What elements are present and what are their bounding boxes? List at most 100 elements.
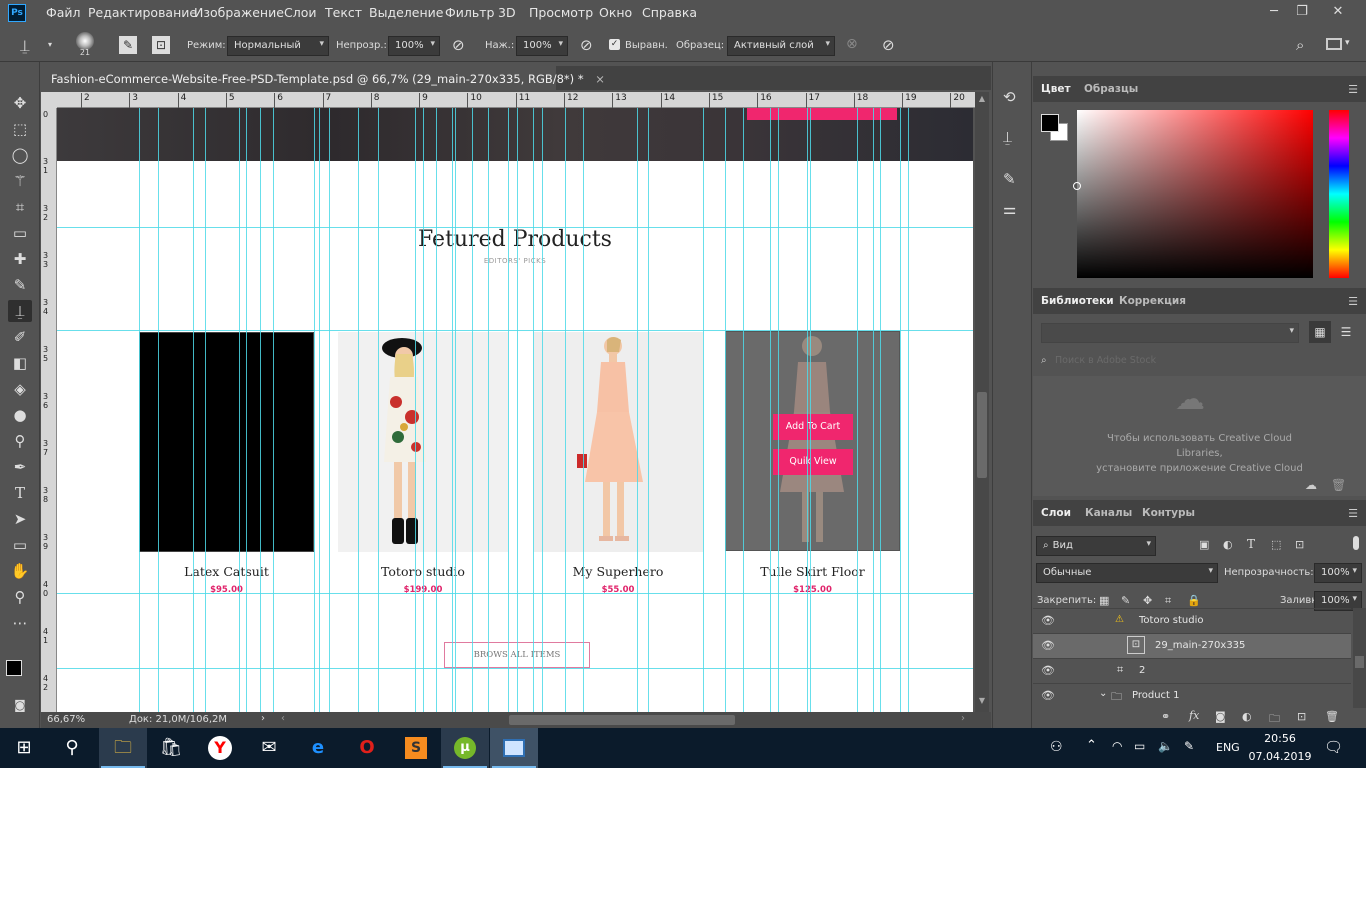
utorrent-icon[interactable]: µ (441, 728, 489, 768)
notifications-icon[interactable]: 🗨 (1324, 738, 1343, 756)
panel-menu-icon[interactable]: ☰ (1348, 295, 1358, 308)
trash-icon[interactable]: 🗑 (1325, 710, 1339, 723)
clone-source-icon[interactable]: ⊡ (152, 36, 170, 54)
clock-time[interactable]: 20:56 (1256, 732, 1304, 745)
airbrush-icon[interactable]: ⊘ (580, 36, 593, 54)
link-layers-icon[interactable]: ⚭ (1161, 710, 1170, 723)
network-icon[interactable]: ◠ (1112, 739, 1122, 753)
document-info[interactable]: Док: 21,0M/106,2M (129, 714, 227, 725)
zoom-level[interactable]: 66,67% (47, 714, 85, 725)
menu-file[interactable]: Файл (46, 5, 81, 20)
blend-mode-select[interactable]: Обычные ▾ (1036, 563, 1218, 583)
canvas-vertical-scrollbar[interactable]: ▲ ▼ (975, 92, 989, 712)
fx-icon[interactable]: fx (1189, 709, 1199, 722)
rectangle-tool-icon[interactable]: ▭ (8, 534, 32, 556)
tab-color[interactable]: Цвет (1041, 83, 1071, 95)
scroll-down-icon[interactable]: ▼ (977, 696, 987, 705)
menu-view[interactable]: Просмотр (529, 5, 593, 20)
eye-icon[interactable]: 👁 (1041, 689, 1055, 702)
pen-tool-icon[interactable]: ✒ (8, 456, 32, 478)
zoom-tool-icon[interactable]: ⚲ (8, 586, 32, 608)
product-name-1[interactable]: Latex Catsuit (139, 564, 314, 579)
pressure-input[interactable]: 100% ▾ (516, 36, 568, 56)
pressure-size-icon[interactable]: ⊘ (882, 36, 895, 54)
add-mask-icon[interactable]: ◙ (1215, 710, 1226, 723)
magic-wand-tool-icon[interactable]: ⚚ (8, 170, 32, 192)
search-icon[interactable]: ⚲ (48, 728, 96, 768)
foreground-color-swatch[interactable] (1041, 114, 1059, 132)
sublime-text-icon[interactable]: S (392, 728, 440, 768)
chevron-down-icon[interactable]: ▾ (48, 40, 52, 49)
search-icon[interactable]: ⌕ (1296, 36, 1304, 54)
history-brush-tool-icon[interactable]: ✐ (8, 326, 32, 348)
tab-channels[interactable]: Каналы (1085, 507, 1132, 519)
layer-row[interactable]: 👁 ⌄ 🗀 Product 1 (1033, 683, 1351, 708)
language-indicator[interactable]: ENG (1216, 741, 1240, 754)
ignore-adjustment-icon[interactable]: ⊗ (846, 36, 858, 52)
tab-paths[interactable]: Контуры (1142, 507, 1195, 519)
scroll-thumb[interactable] (977, 392, 987, 478)
new-layer-icon[interactable]: ⊡ (1297, 710, 1306, 723)
menu-3d[interactable]: 3D (498, 5, 516, 20)
panel-menu-icon[interactable]: ☰ (1348, 83, 1358, 96)
tab-layers[interactable]: Слои (1041, 507, 1071, 519)
brush-tool-icon[interactable]: ✎ (8, 274, 32, 296)
history-panel-icon[interactable]: ⟲ (1003, 88, 1016, 106)
minimize-button[interactable]: ─ (1260, 2, 1288, 22)
eraser-tool-icon[interactable]: ◧ (8, 352, 32, 374)
panel-menu-icon[interactable]: ☰ (1348, 507, 1358, 520)
layer-filter-select[interactable]: ⌕ Вид ▾ (1036, 536, 1156, 556)
workspace-icon[interactable] (1326, 38, 1342, 50)
pressure-opacity-icon[interactable]: ⊘ (452, 36, 465, 54)
opera-browser-icon[interactable]: O (343, 728, 391, 768)
clock-date[interactable]: 07.04.2019 (1248, 750, 1312, 763)
close-tab-icon[interactable]: × (595, 72, 605, 86)
hue-slider[interactable] (1329, 110, 1349, 278)
scroll-right-icon[interactable]: › (961, 713, 965, 724)
filter-adjustment-icon[interactable]: ◐ (1223, 538, 1233, 551)
file-explorer-icon[interactable]: 🗀 (99, 728, 147, 768)
quick-view-button[interactable]: Quik View (773, 449, 853, 475)
menu-type[interactable]: Текст (325, 5, 362, 20)
menu-image[interactable]: Изображение (194, 5, 284, 20)
mode-select[interactable]: Нормальный ▾ (227, 36, 329, 56)
battery-icon[interactable]: ▭ (1134, 739, 1145, 753)
canvas[interactable]: Fetured Products EDITORS' PICKS Add To C… (57, 108, 973, 712)
marquee-tool-icon[interactable]: ⬚ (8, 118, 32, 140)
windows-start-icon[interactable]: ⊞ (0, 728, 48, 768)
move-tool-icon[interactable]: ✥ (8, 92, 32, 114)
more-tools-icon[interactable]: ⋯ (8, 612, 32, 634)
layer-opacity-input[interactable]: 100% ▾ (1314, 563, 1362, 583)
list-view-icon[interactable]: ☰ (1335, 321, 1357, 343)
adjustment-layer-icon[interactable]: ◐ (1242, 710, 1252, 723)
tab-adjustments[interactable]: Коррекция (1119, 295, 1186, 307)
clone-source-panel-icon[interactable]: ⍊ (1003, 128, 1012, 146)
product-image-1[interactable] (139, 332, 314, 552)
sample-select[interactable]: Активный слой ▾ (727, 36, 835, 56)
product-name-3[interactable]: My Superhero (533, 564, 703, 579)
layers-scrollbar[interactable] (1353, 608, 1366, 708)
product-image-3[interactable] (533, 332, 703, 552)
color-picker-field[interactable] (1073, 110, 1313, 278)
foreground-color-swatch[interactable] (6, 660, 22, 676)
photoshop-taskbar-icon[interactable] (490, 728, 538, 768)
hand-tool-icon[interactable]: ✋ (8, 560, 32, 582)
yandex-browser-icon[interactable]: Y (196, 728, 244, 768)
grid-view-icon[interactable]: ▦ (1309, 321, 1331, 343)
new-group-icon[interactable]: 🗀 (1269, 710, 1280, 729)
menu-filter[interactable]: Фильтр (445, 5, 494, 20)
layer-row[interactable]: 👁 ⌗ 2 (1033, 658, 1351, 683)
eye-icon[interactable]: 👁 (1041, 664, 1055, 677)
menu-select[interactable]: Выделение (369, 5, 443, 20)
filter-shape-icon[interactable]: ⬚ (1271, 538, 1281, 551)
lock-artboard-icon[interactable]: ⌗ (1165, 594, 1171, 608)
filter-image-icon[interactable]: ▣ (1199, 538, 1209, 551)
chevron-up-icon[interactable]: ⌃ (1086, 738, 1097, 753)
brush-panel-icon[interactable]: ✎ (119, 36, 137, 54)
menu-layers[interactable]: Слои (284, 5, 317, 20)
menu-edit[interactable]: Редактирование (88, 5, 197, 20)
blur-tool-icon[interactable]: ● (8, 404, 32, 426)
volume-icon[interactable]: 🔈 (1158, 739, 1173, 753)
ruler-tool-icon[interactable]: ▭ (8, 222, 32, 244)
layers-scroll-thumb[interactable] (1355, 656, 1364, 668)
